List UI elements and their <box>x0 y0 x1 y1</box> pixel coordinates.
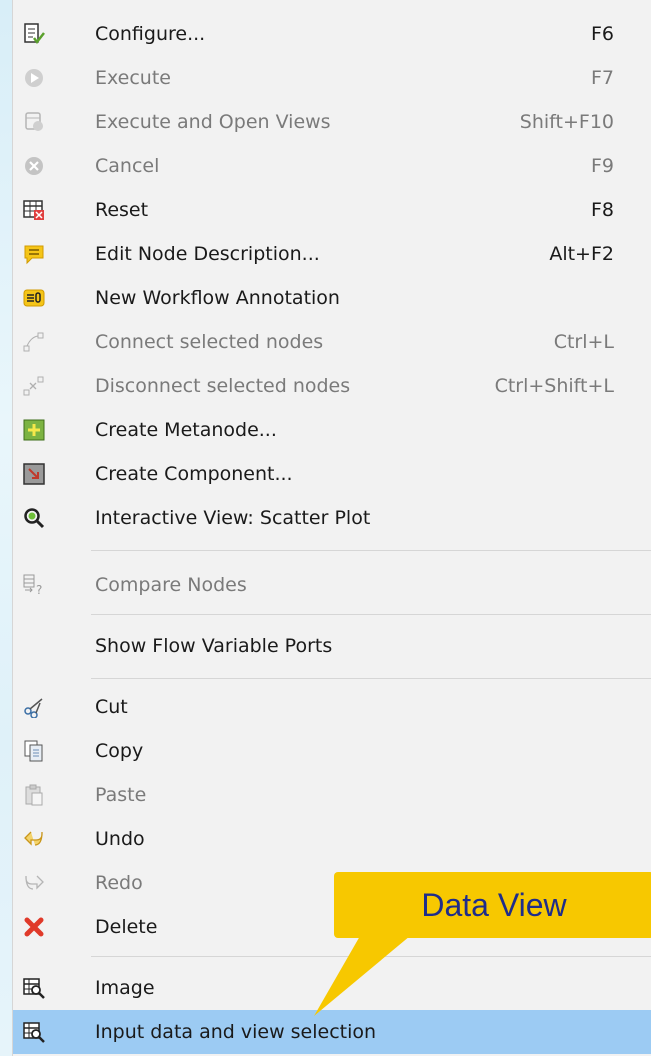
menu-item-label: Show Flow Variable Ports <box>95 635 333 657</box>
menu-item-label: Delete <box>95 916 158 938</box>
menu-separator <box>91 614 651 615</box>
menu-item-shortcut: Shift+F10 <box>519 111 614 133</box>
create-metanode-icon <box>23 419 45 441</box>
menu-item-label: Interactive View: Scatter Plot <box>95 507 371 529</box>
menu-item-label: Connect selected nodes <box>95 331 324 353</box>
menu-item-execute[interactable]: Execute F7 <box>13 56 651 100</box>
menu-item-compare-nodes[interactable]: ? Compare Nodes <box>13 563 651 607</box>
menu-item-label: Redo <box>95 872 143 894</box>
menu-item-label: Paste <box>95 784 147 806</box>
menu-item-shortcut: F9 <box>590 155 614 177</box>
menu-item-copy[interactable]: Copy <box>13 729 651 773</box>
menu-item-label: Image <box>95 977 155 999</box>
menu-item-configure[interactable]: Configure... F6 <box>13 12 651 56</box>
menu-item-label: Reset <box>95 199 149 221</box>
menu-item-create-component[interactable]: Create Component... <box>13 452 651 496</box>
reset-icon <box>23 200 44 220</box>
create-component-icon <box>23 463 45 485</box>
menu-item-label: Cut <box>95 696 128 718</box>
menu-item-new-workflow-annotation[interactable]: New Workflow Annotation <box>13 276 651 320</box>
menu-item-shortcut: Ctrl+Shift+L <box>494 375 614 397</box>
menu-item-label: Execute <box>95 67 171 89</box>
menu-item-shortcut: F6 <box>590 23 614 45</box>
scissors-icon <box>24 698 43 718</box>
menu-item-cancel[interactable]: Cancel F9 <box>13 144 651 188</box>
menu-item-disconnect-selected-nodes[interactable]: Disconnect selected nodes Ctrl+Shift+L <box>13 364 651 408</box>
execute-open-views-icon <box>25 112 43 131</box>
cancel-icon <box>25 157 43 175</box>
menu-separator <box>91 678 651 679</box>
workflow-annotation-icon <box>23 289 45 307</box>
compare-nodes-icon: ? <box>23 574 42 596</box>
menu-item-shortcut: F8 <box>590 199 614 221</box>
menu-item-label: Cancel <box>95 155 160 177</box>
menu-item-label: Copy <box>95 740 144 762</box>
menu-item-shortcut: Alt+F2 <box>549 243 614 265</box>
menu-item-shortcut: F7 <box>590 67 614 89</box>
menu-item-show-flow-variable-ports[interactable]: Show Flow Variable Ports <box>13 624 651 668</box>
menu-item-label: Undo <box>95 828 145 850</box>
menu-item-execute-and-open-views[interactable]: Execute and Open Views Shift+F10 <box>13 100 651 144</box>
undo-icon <box>24 831 43 846</box>
menu-item-connect-selected-nodes[interactable]: Connect selected nodes Ctrl+L <box>13 320 651 364</box>
menu-item-paste[interactable]: Paste <box>13 773 651 817</box>
menu-item-label: Edit Node Description... <box>95 243 320 265</box>
menu-item-undo[interactable]: Undo <box>13 817 651 861</box>
menu-item-shortcut: Ctrl+L <box>553 331 614 353</box>
menu-item-label: Execute and Open Views <box>95 111 331 133</box>
callout-label: Data View <box>421 887 567 923</box>
desktop-background <box>0 0 12 1056</box>
menu-item-edit-node-description[interactable]: Edit Node Description... Alt+F2 <box>13 232 651 276</box>
delete-icon <box>24 917 44 937</box>
menu-item-label: New Workflow Annotation <box>95 287 340 309</box>
node-description-icon <box>24 245 44 265</box>
table-view-icon <box>23 1022 45 1043</box>
callout-pointer <box>314 936 410 1016</box>
execute-icon <box>25 69 43 87</box>
menu-item-create-metanode[interactable]: Create Metanode... <box>13 408 651 452</box>
menu-item-cut[interactable]: Cut <box>13 685 651 729</box>
menu-item-reset[interactable]: Reset F8 <box>13 188 651 232</box>
magnifier-icon <box>24 508 45 529</box>
menu-item-label: Configure... <box>95 23 206 45</box>
svg-text:?: ? <box>36 583 42 596</box>
paste-icon <box>25 784 43 806</box>
menu-item-label: Compare Nodes <box>95 574 247 596</box>
data-view-callout: Data View <box>334 872 651 938</box>
menu-separator <box>91 550 651 551</box>
menu-item-interactive-view-scatter-plot[interactable]: Interactive View: Scatter Plot <box>13 496 651 540</box>
copy-icon <box>24 740 43 762</box>
connect-nodes-icon <box>23 332 44 352</box>
menu-item-label: Create Component... <box>95 463 293 485</box>
table-view-icon <box>23 978 45 999</box>
disconnect-nodes-icon <box>23 376 44 396</box>
menu-item-label: Create Metanode... <box>95 419 277 441</box>
menu-item-label: Disconnect selected nodes <box>95 375 351 397</box>
configure-icon <box>24 23 45 45</box>
redo-icon <box>25 875 44 890</box>
